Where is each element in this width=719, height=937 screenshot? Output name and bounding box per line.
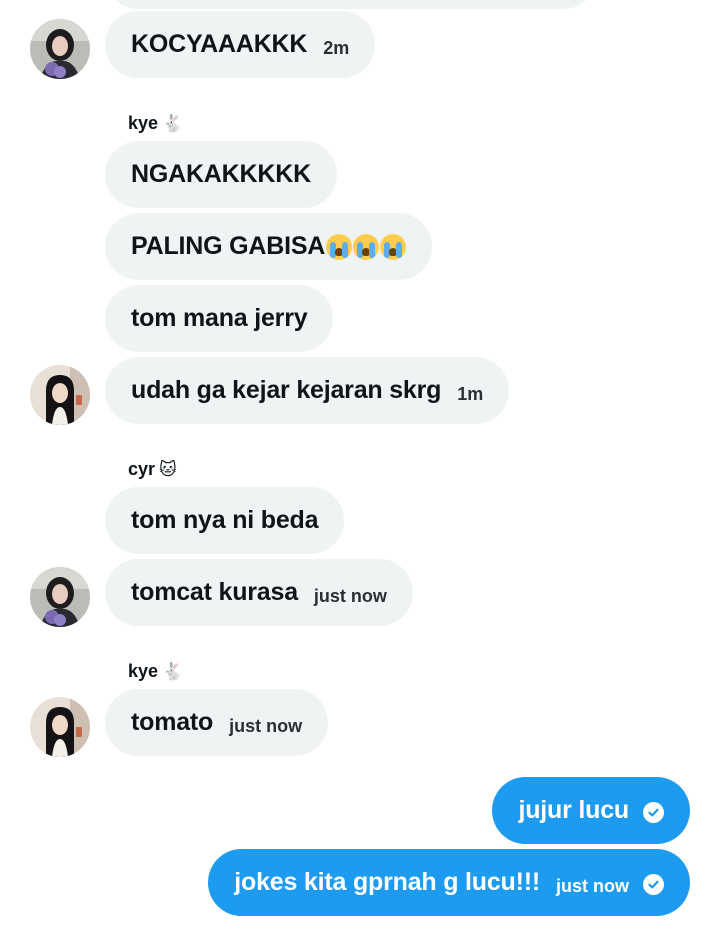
message-timestamp: just now [229, 716, 303, 736]
message-bubble-tom-nya-ni-beda[interactable]: tom nya ni beda [105, 487, 345, 554]
message-text: jokes kita gprnah g lucu!!! [234, 868, 540, 896]
sender-name-kye: kye 🐇 [128, 113, 183, 134]
avatar-kye[interactable] [30, 697, 90, 757]
message-text: jujur lucu [518, 796, 629, 824]
sent-message-bubble-jokes-kita[interactable]: jokes kita gprnah g lucu!!! just now [208, 849, 690, 916]
sender-name: kye [128, 661, 159, 681]
sender-emoji: 🐇 [162, 113, 184, 133]
message-timestamp: 2m [323, 38, 350, 58]
previous-message-bubble[interactable] [105, 0, 597, 9]
check-circle-icon [643, 802, 664, 823]
message-bubble-paling-gabisa[interactable]: PALING GABISA [105, 213, 433, 280]
avatar-kye[interactable] [30, 365, 90, 425]
message-text: PALING GABISA [131, 232, 326, 260]
message-bubble-kocyaaakkk[interactable]: KOCYAAAKKK 2m [105, 11, 376, 78]
message-text: NGAKAKKKKK [131, 160, 311, 188]
message-text: udah ga kejar kejaran skrg [131, 376, 442, 404]
avatar-cyr[interactable] [30, 19, 90, 79]
message-bubble-ngakakkkkk[interactable]: NGAKAKKKKK [105, 141, 337, 208]
loudly-crying-face-icon [380, 233, 407, 260]
sender-emoji: 🐱 [159, 459, 177, 479]
message-bubble-tomcat-kurasa[interactable]: tomcat kurasa just now [105, 559, 413, 626]
message-timestamp: 1m [457, 384, 484, 404]
sender-name: cyr [128, 459, 156, 479]
check-circle-icon [643, 874, 664, 895]
avatar-cyr[interactable] [30, 567, 90, 627]
sender-name: kye [128, 113, 159, 133]
message-text: tomcat kurasa [131, 578, 298, 606]
loudly-crying-face-icon [326, 233, 353, 260]
message-bubble-udah-ga-kejar[interactable]: udah ga kejar kejaran skrg 1m [105, 357, 510, 424]
message-text: tom nya ni beda [131, 506, 319, 534]
message-text: tomato [131, 708, 214, 736]
message-bubble-tom-mana-jerry[interactable]: tom mana jerry [105, 285, 334, 352]
sender-emoji: 🐇 [162, 661, 184, 681]
message-timestamp: just now [313, 586, 387, 606]
message-timestamp: just now [556, 876, 629, 896]
message-text: KOCYAAAKKK [131, 30, 308, 58]
message-bubble-tomato[interactable]: tomato just now [105, 689, 329, 756]
sender-name-cyr: cyr 🐱 [128, 459, 177, 480]
sent-message-bubble-jujur-lucu[interactable]: jujur lucu [492, 777, 690, 844]
loudly-crying-face-icon [353, 233, 380, 260]
sender-name-kye: kye 🐇 [128, 661, 183, 682]
message-text: tom mana jerry [131, 304, 308, 332]
